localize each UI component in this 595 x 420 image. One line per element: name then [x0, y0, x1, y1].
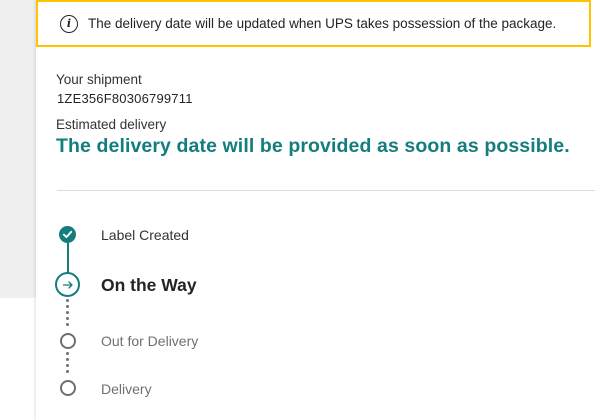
info-alert: i The delivery date will be updated when…: [36, 0, 591, 47]
estimated-delivery-value: The delivery date will be provided as so…: [56, 135, 570, 157]
progress-line-pending: [66, 352, 69, 376]
step-pending-icon: [60, 333, 76, 349]
progress-line-pending: [66, 299, 69, 329]
step-label-created: Label Created: [101, 227, 189, 243]
step-label-on-the-way: On the Way: [101, 275, 197, 295]
divider: [57, 190, 595, 191]
shipment-label: Your shipment: [56, 72, 142, 87]
progress-line-complete: [66, 243, 69, 273]
alert-text: The delivery date will be updated when U…: [88, 16, 557, 31]
checkmark-icon: [62, 230, 73, 239]
estimated-delivery-label: Estimated delivery: [56, 117, 167, 132]
step-current-icon: [55, 272, 80, 297]
step-pending-icon: [60, 380, 76, 396]
background-panel: [0, 0, 40, 298]
step-label-out-for-delivery: Out for Delivery: [101, 333, 199, 349]
info-icon: i: [60, 14, 78, 33]
background-panel-lower: [0, 298, 40, 420]
tracking-page: i The delivery date will be updated when…: [0, 0, 595, 420]
arrow-right-icon: [62, 280, 73, 289]
step-label-delivery: Delivery: [101, 381, 152, 397]
shipment-card: [36, 0, 595, 420]
step-complete-icon: [59, 226, 76, 243]
tracking-number: 1ZE356F80306799711: [57, 91, 193, 106]
